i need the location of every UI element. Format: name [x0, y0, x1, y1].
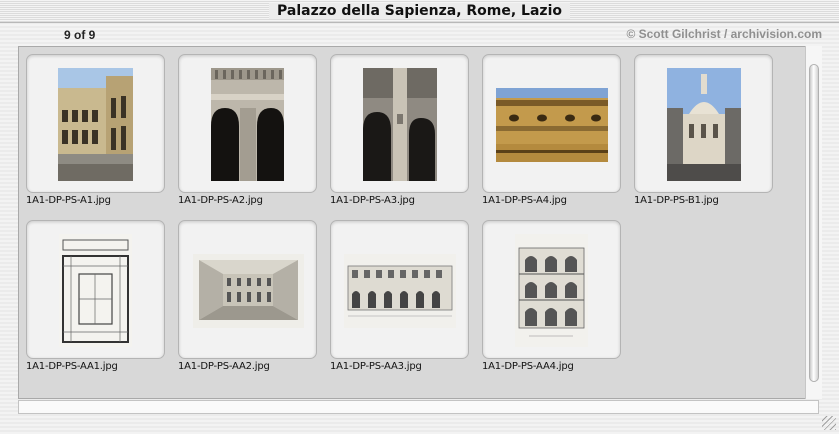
thumbnail-filename: 1A1-DP-PS-B1.jpg	[634, 195, 719, 206]
thumbnail-item[interactable]: 1A1-DP-PS-AA3.jpg	[330, 220, 469, 372]
drawing-icon	[515, 234, 588, 347]
thumbnail-item[interactable]: 1A1-DP-PS-B1.jpg	[634, 54, 773, 206]
thumbnail-frame[interactable]	[26, 54, 165, 193]
photo-icon	[667, 68, 741, 181]
thumbnail-item[interactable]: 1A1-DP-PS-A2.jpg	[178, 54, 317, 206]
thumbnail-item[interactable]: 1A1-DP-PS-AA4.jpg	[482, 220, 621, 372]
thumbnail-filename: 1A1-DP-PS-AA1.jpg	[26, 361, 118, 372]
title-bar[interactable]: Palazzo della Sapienza, Rome, Lazio	[0, 0, 839, 23]
copyright-credit: © Scott Gilchrist / archivision.com	[626, 27, 822, 41]
thumbnail-item[interactable]: 1A1-DP-PS-A4.jpg	[482, 54, 621, 206]
thumbnail-frame[interactable]	[482, 54, 621, 193]
thumbnail-frame[interactable]	[330, 54, 469, 193]
thumbnail-filename: 1A1-DP-PS-A4.jpg	[482, 195, 567, 206]
photo-icon	[363, 68, 437, 181]
thumbnail-filename: 1A1-DP-PS-A1.jpg	[26, 195, 111, 206]
drawing-icon	[59, 234, 132, 347]
thumbnail-frame[interactable]	[482, 220, 621, 359]
resize-grip-icon[interactable]	[822, 416, 836, 430]
vertical-scrollbar[interactable]	[805, 46, 822, 399]
thumbnail-filename: 1A1-DP-PS-AA3.jpg	[330, 361, 422, 372]
horizontal-scrollbar[interactable]	[18, 400, 819, 414]
thumbnail-frame[interactable]	[178, 220, 317, 359]
thumbnail-filename: 1A1-DP-PS-A2.jpg	[178, 195, 263, 206]
drawing-icon	[344, 254, 456, 328]
thumbnail-item[interactable]: 1A1-DP-PS-AA1.jpg	[26, 220, 165, 372]
vertical-scroll-thumb[interactable]	[809, 64, 819, 382]
thumbnail-grid: 1A1-DP-PS-A1.jpg 1A1-DP-PS-A2.jpg 1A1-DP…	[26, 54, 786, 372]
image-count: 9 of 9	[64, 28, 96, 42]
thumbnail-filename: 1A1-DP-PS-AA2.jpg	[178, 361, 270, 372]
thumbnail-item[interactable]: 1A1-DP-PS-A3.jpg	[330, 54, 469, 206]
thumbnail-item[interactable]: 1A1-DP-PS-A1.jpg	[26, 54, 165, 206]
thumbnail-filename: 1A1-DP-PS-A3.jpg	[330, 195, 415, 206]
drawing-icon	[193, 254, 304, 328]
thumbnail-frame[interactable]	[26, 220, 165, 359]
window-title: Palazzo della Sapienza, Rome, Lazio	[268, 3, 570, 19]
photo-icon	[496, 88, 608, 162]
thumbnail-filename: 1A1-DP-PS-AA4.jpg	[482, 361, 574, 372]
thumbnail-frame[interactable]	[634, 54, 773, 193]
thumbnail-frame[interactable]	[178, 54, 317, 193]
photo-icon	[211, 68, 284, 181]
thumbnail-item[interactable]: 1A1-DP-PS-AA2.jpg	[178, 220, 317, 372]
photo-icon	[58, 68, 133, 181]
thumbnail-frame[interactable]	[330, 220, 469, 359]
